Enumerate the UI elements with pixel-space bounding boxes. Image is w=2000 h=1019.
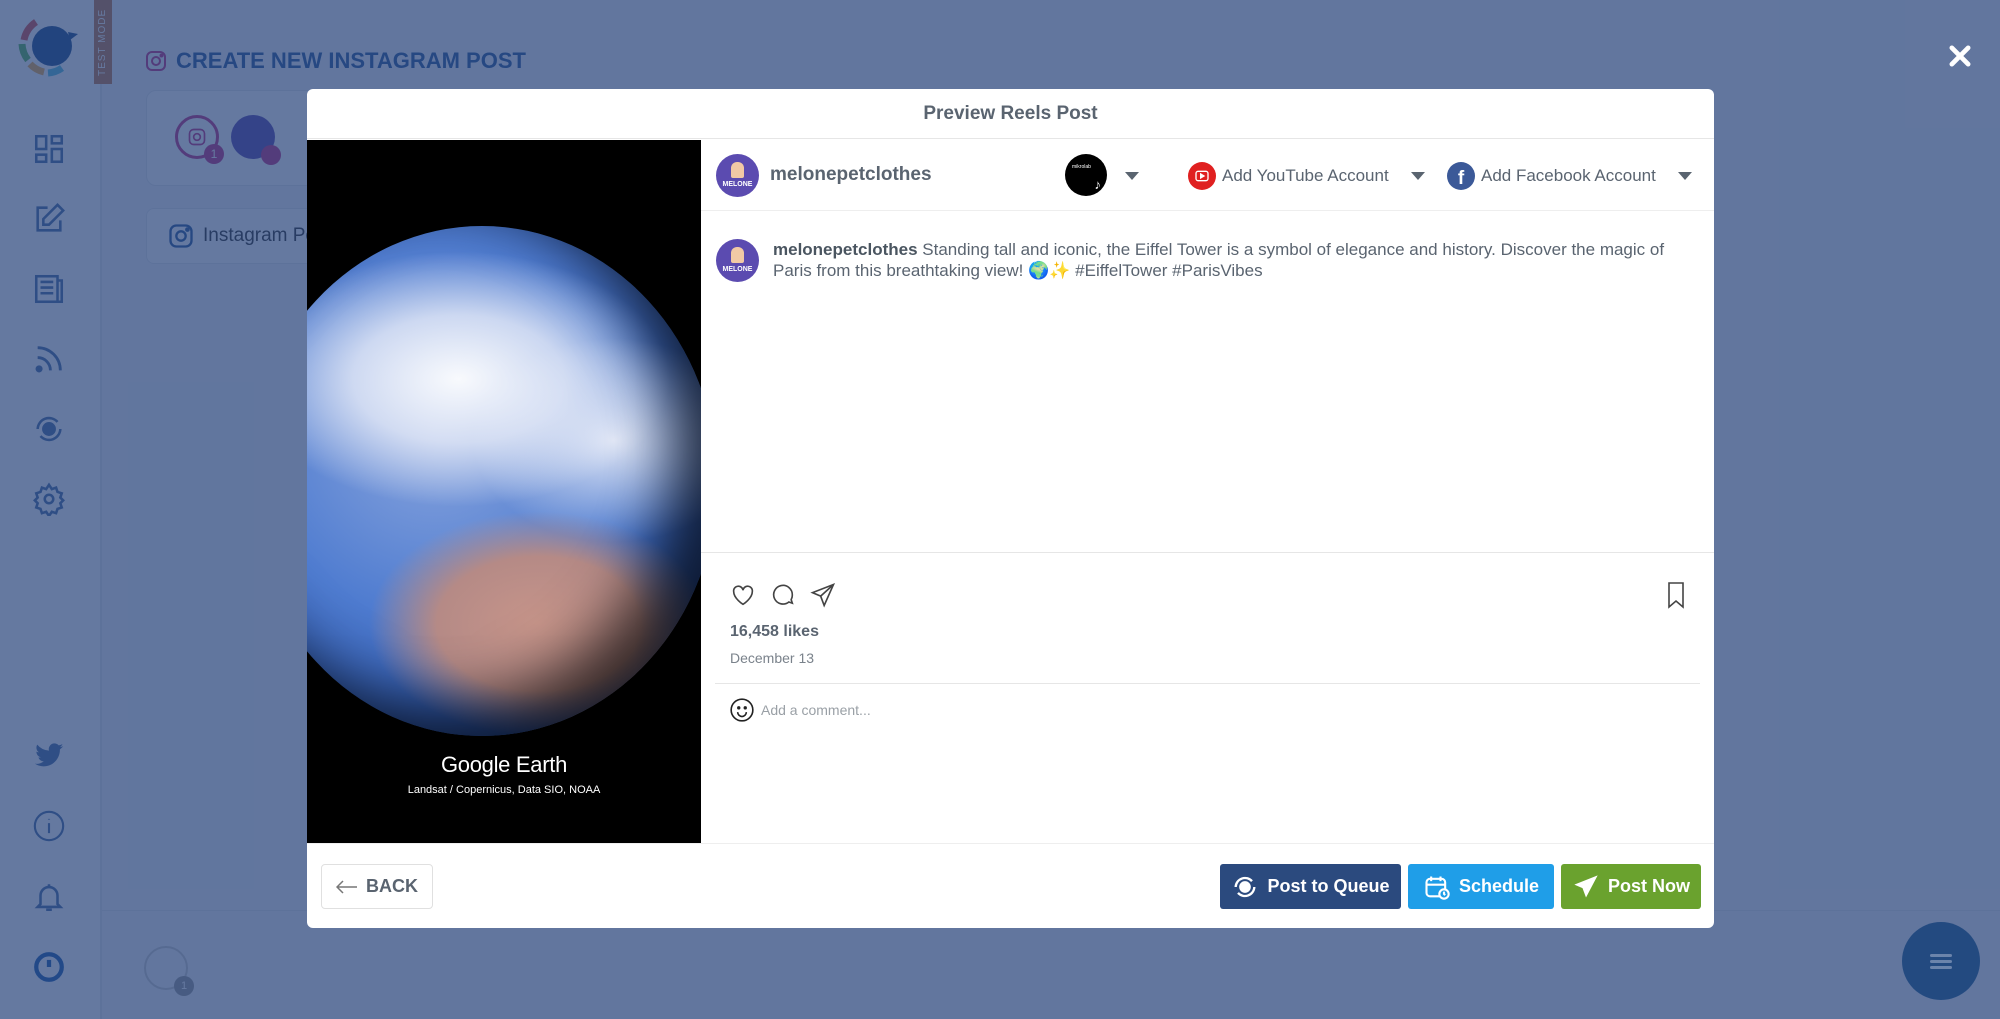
media-brand: Google Earth [440, 752, 568, 777]
tiktok-icon: ♪ [1094, 177, 1102, 192]
add-youtube-account[interactable]: Add YouTube Account [1188, 162, 1425, 190]
add-youtube-label: Add YouTube Account [1222, 166, 1389, 185]
tiktok-account-avatar[interactable]: mikrolab ♪ [1065, 154, 1107, 196]
account-username: melonepetclothes [770, 164, 932, 185]
comment-icon[interactable] [769, 581, 797, 609]
reel-media: Google Earth Landsat / Copernicus, Data … [307, 140, 701, 843]
youtube-icon [1188, 162, 1216, 190]
add-facebook-label: Add Facebook Account [1481, 166, 1656, 185]
account-row: MELONE melonepetclothes mikrolab ♪ Add Y… [701, 140, 1714, 211]
calendar-clock-icon [1425, 876, 1450, 900]
caption-text: melonepetclothes Standing tall and iconi… [773, 239, 1696, 282]
emoji-icon[interactable] [729, 697, 755, 723]
hamburger-icon [1930, 951, 1952, 972]
add-facebook-account[interactable]: f Add Facebook Account [1447, 162, 1692, 190]
modal-title: Preview Reels Post [307, 89, 1714, 139]
facebook-icon: f [1447, 162, 1475, 190]
post-now-button[interactable]: Post Now [1561, 864, 1701, 909]
comment-input[interactable]: Add a comment... [729, 697, 871, 723]
share-icon[interactable] [809, 581, 837, 609]
action-icons [729, 581, 837, 609]
preview-modal: Preview Reels Post Google Earth Landsat … [307, 89, 1714, 928]
post-actions: 16,458 likes December 13 Add a comment..… [701, 552, 1714, 844]
media-watermark: Google Earth Landsat / Copernicus, Data … [307, 752, 701, 796]
tiktok-dropdown-caret[interactable] [1125, 172, 1139, 180]
queue-icon [1234, 876, 1256, 897]
media-credit: Landsat / Copernicus, Data SIO, NOAA [407, 784, 601, 796]
facebook-dropdown-caret[interactable] [1677, 172, 1692, 180]
divider [715, 683, 1700, 684]
youtube-dropdown-caret[interactable] [1410, 172, 1425, 180]
caption: MELONE melonepetclothes Standing tall an… [701, 211, 1714, 282]
post-to-queue-button[interactable]: Post to Queue [1220, 864, 1401, 909]
post-now-label: Post Now [1607, 876, 1690, 896]
likes-count: 16,458 likes [730, 623, 819, 640]
caption-username: melonepetclothes [773, 240, 918, 259]
schedule-button[interactable]: Schedule [1408, 864, 1554, 909]
heart-icon[interactable] [729, 581, 757, 609]
earth-image [307, 226, 701, 736]
avatar: MELONE [716, 153, 759, 197]
post-date: December 13 [730, 650, 815, 666]
back-label: BACK [366, 876, 418, 896]
comment-placeholder: Add a comment... [761, 702, 871, 718]
modal-footer: BACK Post to Queue Schedule Post Now [307, 843, 1714, 928]
schedule-label: Schedule [1458, 876, 1540, 896]
arrow-left-icon [336, 879, 357, 894]
close-icon[interactable] [1946, 42, 1974, 70]
back-button[interactable]: BACK [321, 864, 433, 909]
menu-fab-button[interactable] [1902, 922, 1980, 1000]
bookmark-icon[interactable] [1664, 581, 1688, 609]
post-to-queue-label: Post to Queue [1267, 876, 1390, 896]
post-details: MELONE melonepetclothes mikrolab ♪ Add Y… [701, 140, 1714, 843]
tiktok-account-label: mikrolab [1072, 164, 1091, 170]
caption-avatar: MELONE [716, 239, 759, 282]
send-icon [1574, 874, 1598, 897]
